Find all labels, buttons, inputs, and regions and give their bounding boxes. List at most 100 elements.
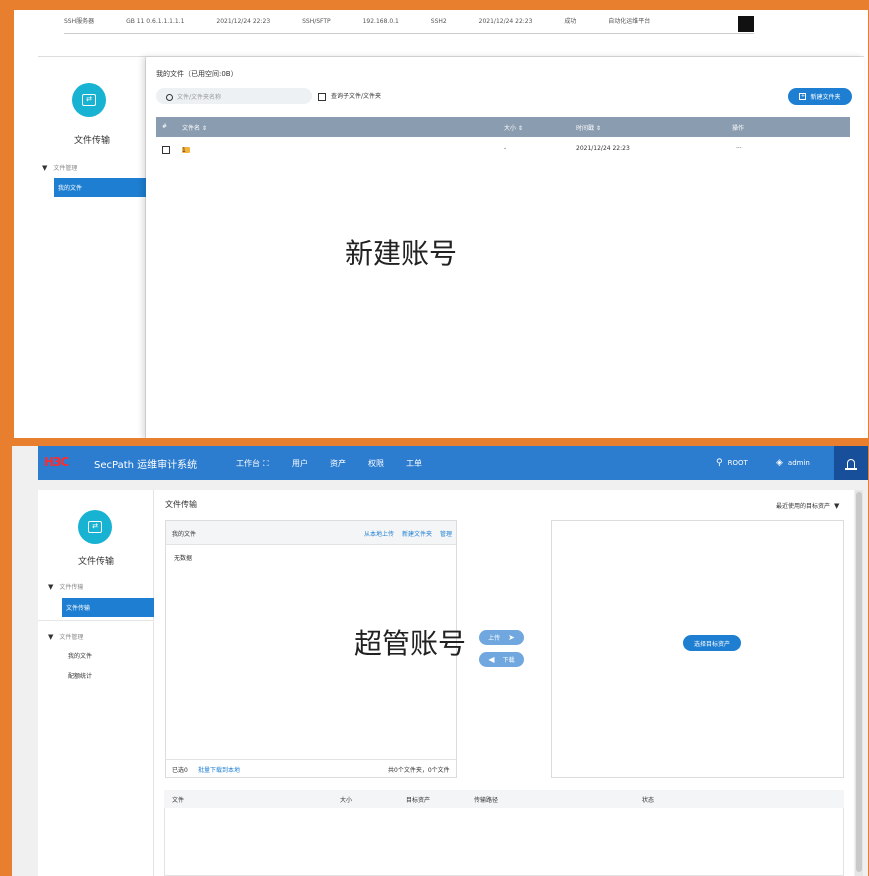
strip-cell: 自动化运维平台 [608,18,651,25]
col-actions: 操作 [732,125,745,132]
my-files-footer: 已选0 批量下载到本地 共0个文件夹，0个文件 [166,759,456,777]
tree-group-file-transfer[interactable]: ▼ 文件传输 [48,582,83,591]
strip-cell: 192.168.0.1 [362,18,399,25]
col-timestamp[interactable]: 时间戳 ⇕ [576,123,601,132]
arrow-left-icon: ◀ [488,655,495,664]
col-index: # [162,123,168,130]
col-size: 大小 [340,797,353,804]
col-file: 文件 [172,797,185,804]
main-content: 我的文件（已用空间:0B） 文件/文件夹名称 查询子文件/文件夹 + 新建文件夹 … [146,57,864,438]
sidebar-app-title: 文件传输 [77,557,114,567]
notification-button[interactable] [834,446,868,480]
select-target-asset-button[interactable]: 选择目标资产 [683,635,741,651]
scrollbar[interactable] [855,490,863,876]
new-folder-link[interactable]: 新建文件夹 [402,529,432,538]
strip-cell: 成功 [564,18,577,25]
download-label: 下载 [502,657,515,664]
org-tree-icon: ⚲ [716,458,723,468]
col-transfer-path: 传输路径 [474,797,499,804]
manage-link[interactable]: 管理 [440,529,452,538]
recent-assets-dropdown[interactable]: 最近使用的目标资产 ▼ [776,501,839,510]
org-selector[interactable]: ⚲ ROOT [716,458,748,468]
subfolder-checkbox-label: 查询子文件/文件夹 [331,93,382,100]
org-label: ROOT [727,459,748,467]
user-name: admin [787,459,810,467]
divider [38,620,154,621]
checkbox-icon [162,146,170,154]
sidebar: ⇄ 文件传输 ▼ 文件传输 文件传输 ▼ 文件管理 我的文件 配额统计 [38,490,154,876]
row-more-actions[interactable]: ··· [736,145,742,152]
my-files-title: 我的文件 [172,531,197,538]
top-navbar: H3C SecPath 运维审计系统 工作台 ⛶ 用户 资产 权限 工单 ⚲ ROO… [38,446,868,480]
folder-name: 1 [182,147,186,154]
row-size: - [504,145,507,152]
nav-assets[interactable]: 资产 [330,458,346,469]
upload-label: 上传 [488,635,501,642]
caret-down-icon: ▼ [42,164,48,172]
h3c-logo: H3C [44,455,69,469]
nav-workbench[interactable]: 工作台 ⛶ [236,458,269,469]
nav-tickets[interactable]: 工单 [406,458,422,469]
subfolder-checkbox[interactable]: 查询子文件/文件夹 [318,91,381,101]
upload-local-link[interactable]: 从本地上传 [364,529,394,538]
sidebar-app-title: 文件传输 [73,136,110,146]
search-placeholder: 文件/文件夹名称 [177,94,222,101]
target-asset-box: 选择目标资产 [551,520,844,778]
upload-button[interactable]: 上传 ➤ [479,630,524,645]
scrollbar-thumb[interactable] [856,492,862,872]
expand-icon: ⛶ [263,459,269,468]
annotation-super-admin: 超管账号 [354,627,467,660]
selected-count: 已选0 [172,767,188,774]
row-time: 2021/12/24 22:23 [576,145,630,152]
strip-cell: SSH服务器 [64,18,95,25]
checkbox-icon [318,92,326,101]
system-name: SecPath 运维审计系统 [94,460,198,471]
transfer-table-body [164,808,844,876]
nav-workbench-label: 工作台 [236,459,260,468]
download-button[interactable]: ◀ 下载 [479,652,524,667]
col-size[interactable]: 大小 ⇕ [504,123,523,132]
table-row[interactable]: 1 - 2021/12/24 22:23 ··· [156,143,850,157]
sidebar-item-my-files[interactable]: 我的文件 [64,646,156,665]
bottom-panel: H3C SecPath 运维审计系统 工作台 ⛶ 用户 资产 权限 工单 ⚲ ROO… [12,446,868,876]
page-title: 我的文件（已用空间:0B） [156,70,238,78]
bell-icon [845,458,857,470]
add-folder-icon: + [799,93,807,100]
empty-text: 无数据 [174,555,193,562]
nav-permissions[interactable]: 权限 [368,458,384,469]
transfer-table-header: 文件 大小 目标资产 传输路径 状态 [164,790,844,808]
files-summary: 共0个文件夹，0个文件 [388,767,450,774]
annotation-new-account: 新建账号 [345,237,458,270]
sidebar-item-my-files[interactable]: 我的文件 [54,178,146,197]
tree-group-label: 文件传输 [59,584,84,591]
caret-down-icon: ▼ [48,633,54,641]
col-target-asset: 目标资产 [406,797,431,804]
recent-assets-label: 最近使用的目标资产 [776,503,831,510]
col-filename[interactable]: 文件名 ⇕ [182,123,207,132]
new-folder-button[interactable]: + 新建文件夹 [788,88,852,105]
user-menu[interactable]: ◈ admin [776,458,810,468]
tree-group-file-manage[interactable]: ▼ 文件管理 [48,632,83,641]
caret-down-icon: ▼ [834,502,840,510]
strip-cell: SSH/SFTP [302,18,331,25]
diamond-icon: ◈ [776,458,783,468]
file-transfer-app-icon: ⇄ [72,83,106,117]
strip-cell: GB 11 0.6.1.1.1.1.1 [126,18,185,25]
nav-users[interactable]: 用户 [292,458,308,469]
tree-group-label: 文件管理 [53,165,78,172]
batch-download-link[interactable]: 批量下载到本地 [198,765,240,774]
my-files-header: 我的文件 从本地上传 新建文件夹 管理 [166,521,456,545]
strip-cell: SSH2 [430,18,447,25]
file-transfer-app-icon: ⇄ [78,510,112,544]
search-input[interactable]: 文件/文件夹名称 [156,88,312,104]
sidebar: ⇄ 文件传输 ▼ 文件管理 我的文件 [38,57,146,438]
strip-cell: 2021/12/24 22:23 [478,18,533,25]
new-folder-label: 新建文件夹 [810,94,841,101]
sidebar-item-file-transfer[interactable]: 文件传输 [62,598,154,617]
caret-down-icon: ▼ [48,583,54,591]
page-title: 文件传输 [165,500,197,509]
sidebar-item-quota-stats[interactable]: 配额统计 [64,666,156,685]
tree-group-file-manage[interactable]: ▼ 文件管理 [42,163,77,172]
search-icon [166,94,173,101]
clipped-table-strip: SSH服务器 GB 11 0.6.1.1.1.1.1 2021/12/24 22… [64,16,754,34]
